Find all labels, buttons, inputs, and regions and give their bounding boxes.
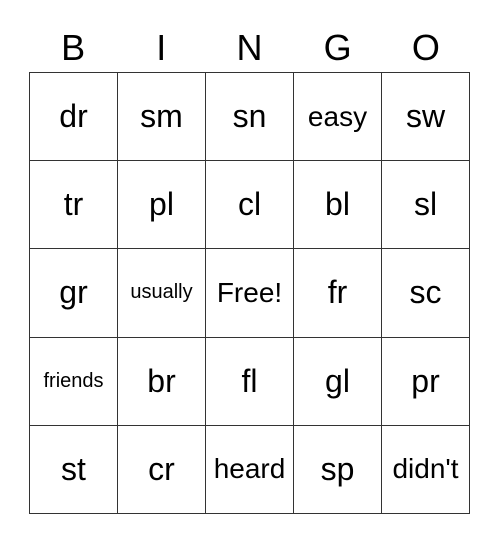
header-letter: O — [411, 27, 440, 68]
bingo-cell[interactable]: sp — [294, 425, 382, 514]
bingo-cell[interactable]: sw — [382, 73, 470, 162]
bingo-header: BINGO — [29, 26, 471, 70]
bingo-cell[interactable]: bl — [294, 161, 382, 250]
bingo-cell[interactable]: didn't — [382, 425, 470, 514]
free-space-cell[interactable]: Free! — [206, 249, 294, 338]
bingo-cell[interactable]: friends — [30, 337, 118, 426]
bingo-cell[interactable]: sn — [206, 73, 294, 162]
bingo-cell[interactable]: pr — [382, 337, 470, 426]
bingo-cell[interactable]: pl — [118, 161, 206, 250]
bingo-cell[interactable]: br — [118, 337, 206, 426]
bingo-cell[interactable]: cl — [206, 161, 294, 250]
bingo-cell[interactable]: dr — [30, 73, 118, 162]
bingo-cell[interactable]: sm — [118, 73, 206, 162]
header-letter: I — [156, 27, 167, 68]
header-letter: G — [323, 27, 352, 68]
bingo-cell[interactable]: gr — [30, 249, 118, 338]
bingo-cell[interactable]: cr — [118, 425, 206, 514]
header-letter: N — [236, 27, 263, 68]
bingo-cell[interactable]: fl — [206, 337, 294, 426]
bingo-cell[interactable]: st — [30, 425, 118, 514]
header-letter: B — [61, 27, 86, 68]
bingo-cell[interactable]: gl — [294, 337, 382, 426]
bingo-cell[interactable]: sc — [382, 249, 470, 338]
bingo-cell[interactable]: usually — [118, 249, 206, 338]
bingo-cell[interactable]: sl — [382, 161, 470, 250]
bingo-cell[interactable]: easy — [294, 73, 382, 162]
bingo-cell[interactable]: fr — [294, 249, 382, 338]
bingo-cell[interactable]: tr — [30, 161, 118, 250]
bingo-cell[interactable]: heard — [206, 425, 294, 514]
bingo-grid: dr sm sn easy sw tr pl cl bl sl gr usually Free! fr sc… — [29, 72, 470, 514]
